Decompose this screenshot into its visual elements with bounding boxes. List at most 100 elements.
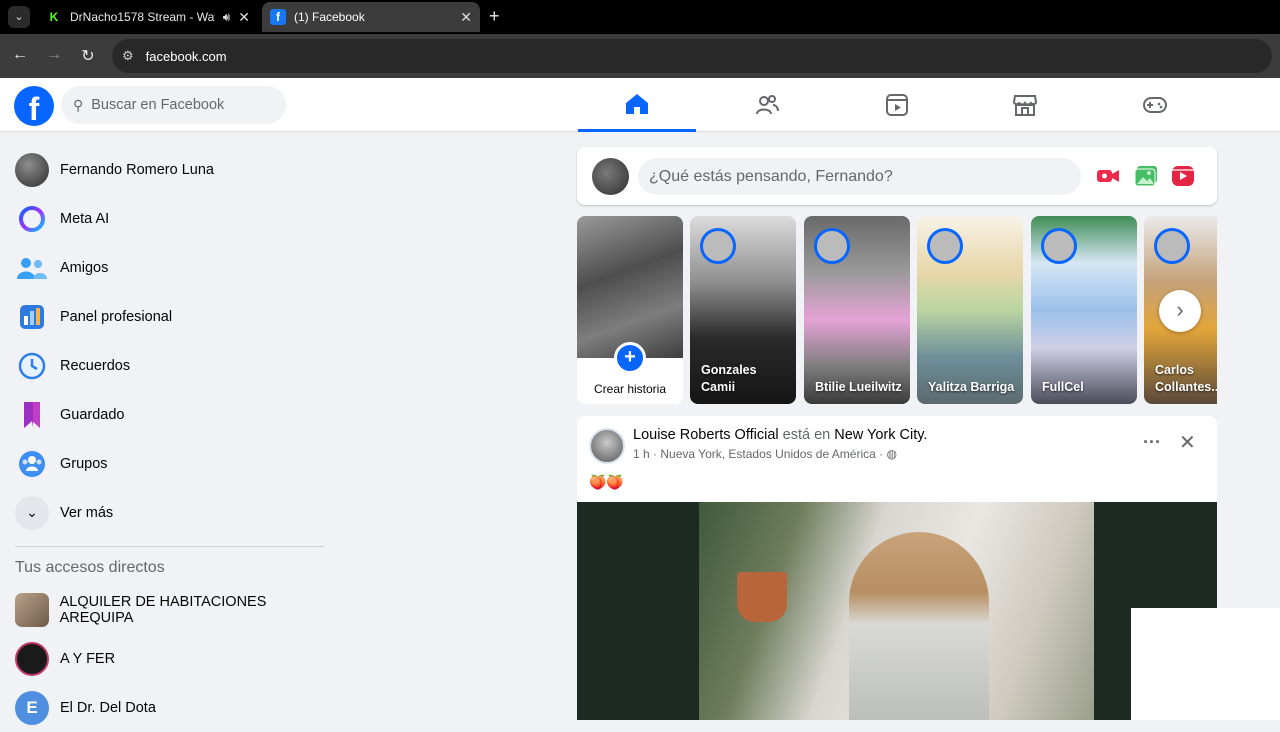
globe-icon: ◍ — [886, 447, 897, 461]
reel-icon[interactable] — [1171, 165, 1195, 187]
tab-title: DrNacho1578 Stream - Wat — [70, 10, 215, 24]
post-meta: 1 h · Nueva York, Estados Unidos de Amér… — [633, 447, 897, 461]
site-settings-icon[interactable]: ⚙ — [122, 48, 134, 64]
shortcut-thumbnail — [15, 592, 49, 627]
story-name: Carlos Collantes... — [1155, 363, 1217, 394]
gaming-icon — [1143, 97, 1167, 113]
plant-pot — [737, 572, 787, 622]
nav-tab-home[interactable] — [578, 78, 696, 132]
sidebar-item-label: Ver más — [60, 504, 114, 521]
stories-next-chevron-icon[interactable]: › — [1159, 290, 1201, 332]
browser-tab-bar: ⌄ K DrNacho1578 Stream - Wat 🔊︎ ✕ f (1) … — [0, 0, 1280, 34]
create-story-label: Crear historia — [593, 382, 667, 396]
sidebar-item-friends[interactable]: Amigos — [0, 243, 340, 292]
nav-tab-video[interactable] — [838, 78, 956, 132]
post-time[interactable]: 1 h — [633, 447, 650, 461]
post-author[interactable]: Louise Roberts Official — [633, 427, 779, 443]
sidebar-item-saved[interactable]: Guardado — [0, 390, 340, 439]
story-name: FullCel — [1042, 380, 1084, 394]
photo-video-icon[interactable] — [1134, 165, 1158, 187]
groups-icon — [15, 447, 49, 481]
plus-icon[interactable]: + — [614, 342, 646, 374]
close-tab-icon[interactable]: ✕ — [238, 9, 250, 26]
close-tab-icon[interactable]: ✕ — [460, 9, 472, 26]
nav-tab-friends[interactable] — [708, 78, 826, 132]
sidebar-item-memories[interactable]: Recuerdos — [0, 341, 340, 390]
nav-tab-marketplace[interactable] — [966, 78, 1084, 132]
composer-input[interactable]: ¿Qué estás pensando, Fernando? — [638, 158, 1081, 195]
browser-tab-facebook[interactable]: f (1) Facebook ✕ — [262, 2, 480, 32]
sidebar-item-label: Guardado — [60, 406, 125, 423]
sidebar-item-profile[interactable]: Fernando Romero Luna — [0, 145, 340, 194]
dashboard-icon — [15, 300, 49, 334]
kick-icon: K — [46, 9, 62, 25]
chevron-down-icon: ⌄ — [15, 495, 49, 530]
shortcut-item[interactable]: ALQUILER DE HABITACIONES AREQUIPA — [0, 585, 340, 634]
story-name: Btilie Lueilwitz — [815, 380, 902, 394]
avatar[interactable] — [589, 428, 625, 464]
live-video-icon[interactable] — [1096, 165, 1120, 187]
shortcut-label: ALQUILER DE HABITACIONES AREQUIPA — [59, 593, 267, 626]
photo-subject — [849, 532, 989, 720]
tab-search-chevron-icon[interactable]: ⌄ — [8, 6, 30, 28]
shortcuts-heading: Tus accesos directos — [15, 559, 165, 576]
url-field[interactable]: ⚙ facebook.com — [112, 39, 1272, 73]
post-location: Nueva York, Estados Unidos de América — [660, 447, 876, 461]
new-tab-plus-icon[interactable]: + — [489, 6, 500, 27]
story-avatar — [1154, 228, 1190, 264]
home-icon — [626, 93, 648, 114]
close-icon[interactable]: ✕ — [1179, 430, 1196, 455]
forward-arrow-icon[interactable]: → — [44, 46, 64, 64]
story-name: Gonzales Camii — [701, 363, 757, 394]
shortcut-thumbnail — [15, 641, 49, 676]
post-image[interactable] — [577, 502, 1217, 720]
bookmark-icon — [15, 398, 49, 432]
video-icon — [886, 94, 908, 116]
sidebar-item-groups[interactable]: Grupos — [0, 439, 340, 488]
reload-icon[interactable]: ↻ — [78, 46, 98, 66]
meta-ai-icon — [15, 202, 49, 236]
story-card[interactable]: Yalitza Barriga — [917, 216, 1023, 404]
story-card[interactable]: Gonzales Camii — [690, 216, 796, 404]
speaker-icon[interactable]: 🔊︎ — [223, 10, 231, 25]
story-image — [577, 216, 683, 358]
back-arrow-icon[interactable]: ← — [10, 46, 30, 64]
sidebar-item-see-more[interactable]: ⌄ Ver más — [0, 488, 340, 537]
story-card[interactable]: FullCel — [1031, 216, 1137, 404]
shortcut-item[interactable]: E El Dr. Del Dota — [0, 683, 340, 732]
browser-tab-stream[interactable]: K DrNacho1578 Stream - Wat 🔊︎ ✕ — [38, 2, 258, 32]
sidebar-item-professional-panel[interactable]: Panel profesional — [0, 292, 340, 341]
feed-post: Louise Roberts Official está en New York… — [577, 416, 1217, 720]
shortcut-initial: E — [15, 690, 49, 725]
post-header-connector: está en — [782, 427, 831, 443]
post-composer: ¿Qué estás pensando, Fernando? — [577, 147, 1217, 205]
facebook-logo[interactable]: f — [14, 86, 54, 127]
sidebar-item-label: Recuerdos — [60, 357, 131, 374]
picture-in-picture-overlay[interactable] — [1131, 608, 1280, 720]
create-story-card[interactable]: + Crear historia — [577, 216, 683, 404]
clock-icon — [15, 349, 49, 383]
story-card[interactable]: Btilie Lueilwitz — [804, 216, 910, 404]
story-avatar — [814, 228, 850, 264]
tab-title: (1) Facebook — [294, 10, 365, 24]
search-placeholder: Buscar en Facebook — [91, 97, 225, 113]
more-options-icon[interactable]: ··· — [1143, 432, 1161, 453]
friends-icon — [15, 251, 49, 285]
sidebar-item-label: Panel profesional — [60, 308, 173, 325]
search-icon: ⚲ — [73, 96, 84, 113]
url-text: facebook.com — [145, 48, 227, 64]
story-name: Yalitza Barriga — [928, 380, 1015, 394]
shortcut-label: El Dr. Del Dota — [60, 699, 156, 716]
avatar[interactable] — [592, 158, 629, 195]
shortcut-label: A Y FER — [60, 650, 116, 667]
sidebar-item-meta-ai[interactable]: Meta AI — [0, 194, 340, 243]
search-input[interactable]: ⚲ Buscar en Facebook — [61, 86, 286, 124]
story-avatar — [927, 228, 963, 264]
sidebar-item-label: Fernando Romero Luna — [60, 161, 214, 178]
nav-tab-gaming[interactable] — [1096, 78, 1214, 132]
post-place[interactable]: New York City. — [834, 427, 927, 443]
post-photo — [699, 502, 1094, 720]
facebook-top-nav: f ⚲ Buscar en Facebook — [0, 78, 1280, 132]
left-sidebar: Fernando Romero Luna Meta AI Amigos Pane… — [0, 145, 340, 732]
shortcut-item[interactable]: A Y FER — [0, 634, 340, 683]
